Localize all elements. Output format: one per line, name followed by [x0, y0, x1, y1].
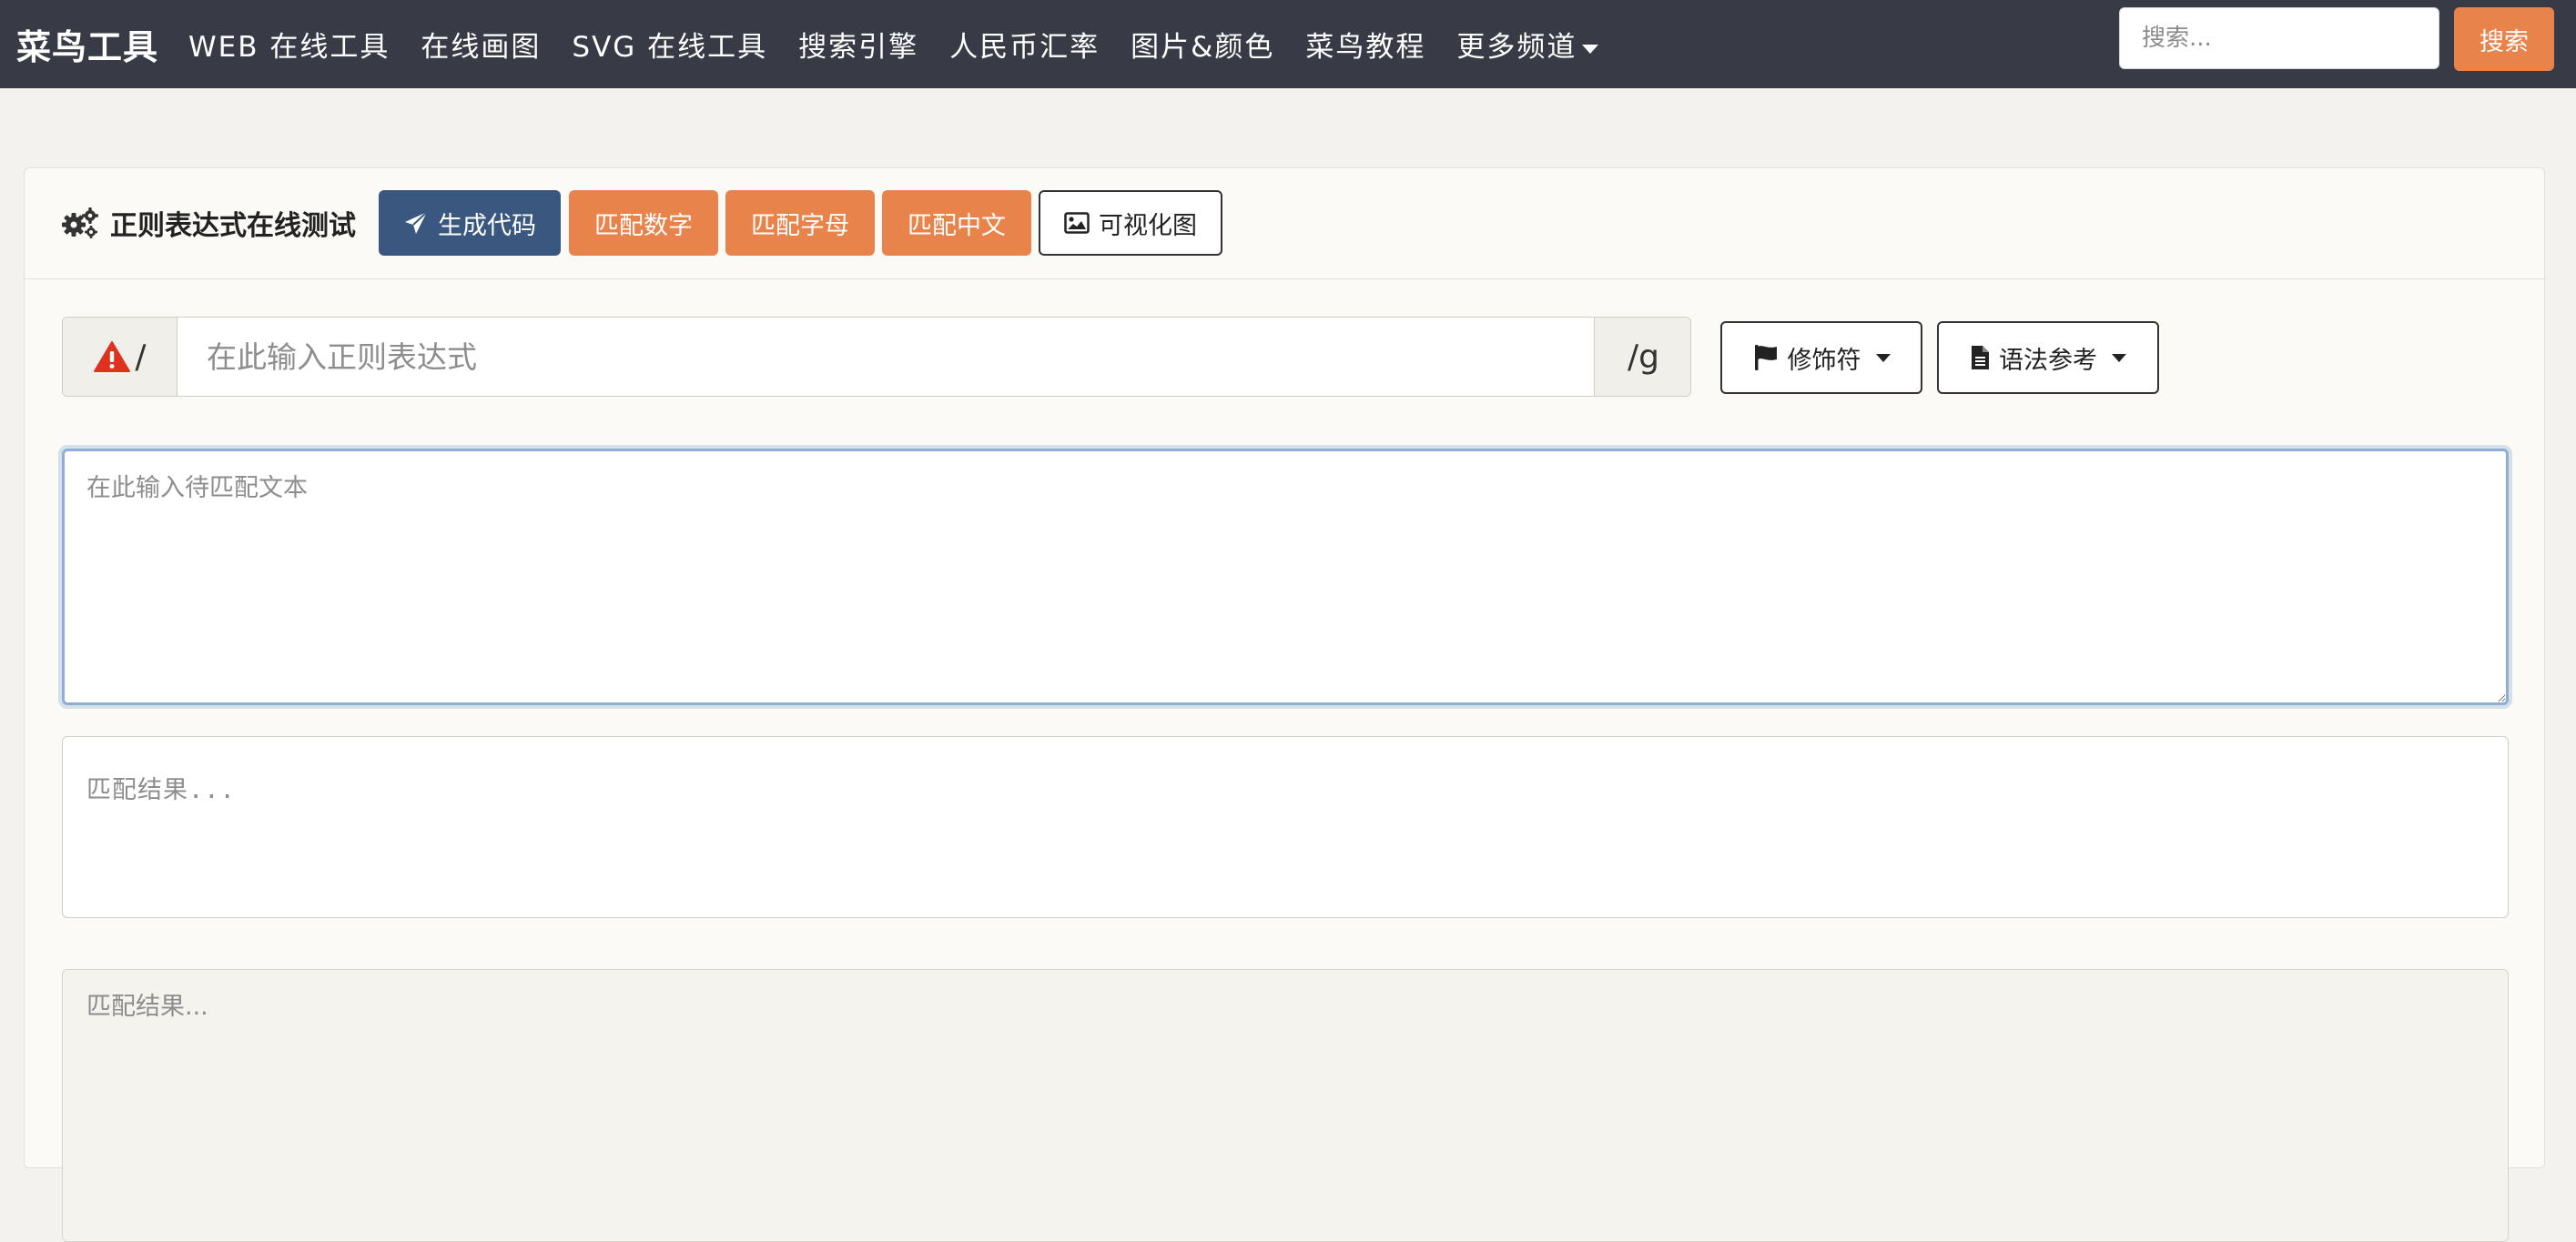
- search-input[interactable]: [2119, 7, 2439, 69]
- nav-links: WEB 在线工具 在线画图 SVG 在线工具 搜索引擎 人民币汇率 图片&颜色 …: [173, 24, 1614, 65]
- regex-tester-card: 正则表达式在线测试 生成代码 匹配数字 匹配字母 匹配中文 可视化图 / 在此输…: [24, 167, 2545, 1242]
- page-title: 正则表达式在线测试: [110, 210, 356, 242]
- regex-input-group: / /g: [62, 317, 1691, 397]
- paper-plane-icon: [405, 211, 428, 234]
- visualize-label: 可视化图: [1099, 211, 1197, 240]
- nav-link-more-channels[interactable]: 更多频道: [1456, 24, 1599, 65]
- nav-link-web-tools[interactable]: WEB 在线工具: [188, 24, 390, 65]
- card-header: 正则表达式在线测试 生成代码 匹配数字 匹配字母 匹配中文 可视化图: [25, 168, 2544, 279]
- image-icon: [1064, 212, 1090, 234]
- nav-link-svg-tools[interactable]: SVG 在线工具: [572, 24, 767, 65]
- modifiers-dropdown[interactable]: 修饰符: [1720, 321, 1922, 394]
- search-button[interactable]: 搜索: [2454, 7, 2554, 71]
- regex-prefix: /: [63, 318, 177, 396]
- chevron-down-icon: [1875, 353, 1891, 362]
- flag-icon: [1754, 345, 1777, 370]
- gears-icon: [62, 207, 98, 238]
- regex-flags-suffix: /g: [1594, 318, 1690, 396]
- match-result-secondary: 匹配结果...: [62, 969, 2509, 1242]
- generate-code-button[interactable]: 生成代码: [379, 190, 561, 256]
- nav-link-online-drawing[interactable]: 在线画图: [421, 24, 541, 65]
- match-digits-button[interactable]: 匹配数字: [569, 190, 718, 256]
- brand-logo[interactable]: 菜鸟工具: [16, 19, 158, 69]
- nav-link-runoob-tutorial[interactable]: 菜鸟教程: [1305, 24, 1425, 65]
- top-navbar: 菜鸟工具 WEB 在线工具 在线画图 SVG 在线工具 搜索引擎 人民币汇率 图…: [0, 0, 2576, 88]
- chevron-down-icon: [1582, 44, 1599, 54]
- nav-link-rmb-exchange[interactable]: 人民币汇率: [949, 24, 1100, 65]
- match-chinese-button[interactable]: 匹配中文: [882, 190, 1031, 256]
- match-text-input[interactable]: [62, 449, 2509, 705]
- generate-code-label: 生成代码: [438, 211, 536, 240]
- more-channels-label: 更多频道: [1456, 31, 1577, 64]
- syntax-reference-dropdown[interactable]: 语法参考: [1937, 321, 2159, 394]
- visualize-button[interactable]: 可视化图: [1039, 190, 1222, 256]
- nav-link-image-color[interactable]: 图片&颜色: [1131, 24, 1274, 65]
- chevron-down-icon: [2112, 353, 2126, 362]
- card-title-wrap: 正则表达式在线测试: [61, 203, 356, 243]
- warning-icon: [94, 341, 131, 372]
- regex-input[interactable]: [177, 318, 1594, 396]
- regex-open-slash: /: [135, 338, 147, 376]
- match-result-output: 匹配结果...: [62, 736, 2509, 918]
- document-icon: [1972, 346, 1989, 369]
- syntax-reference-label: 语法参考: [1999, 346, 2097, 375]
- modifiers-label: 修饰符: [1787, 346, 1861, 375]
- match-letters-button[interactable]: 匹配字母: [725, 190, 875, 256]
- nav-link-search-engine[interactable]: 搜索引擎: [798, 24, 918, 65]
